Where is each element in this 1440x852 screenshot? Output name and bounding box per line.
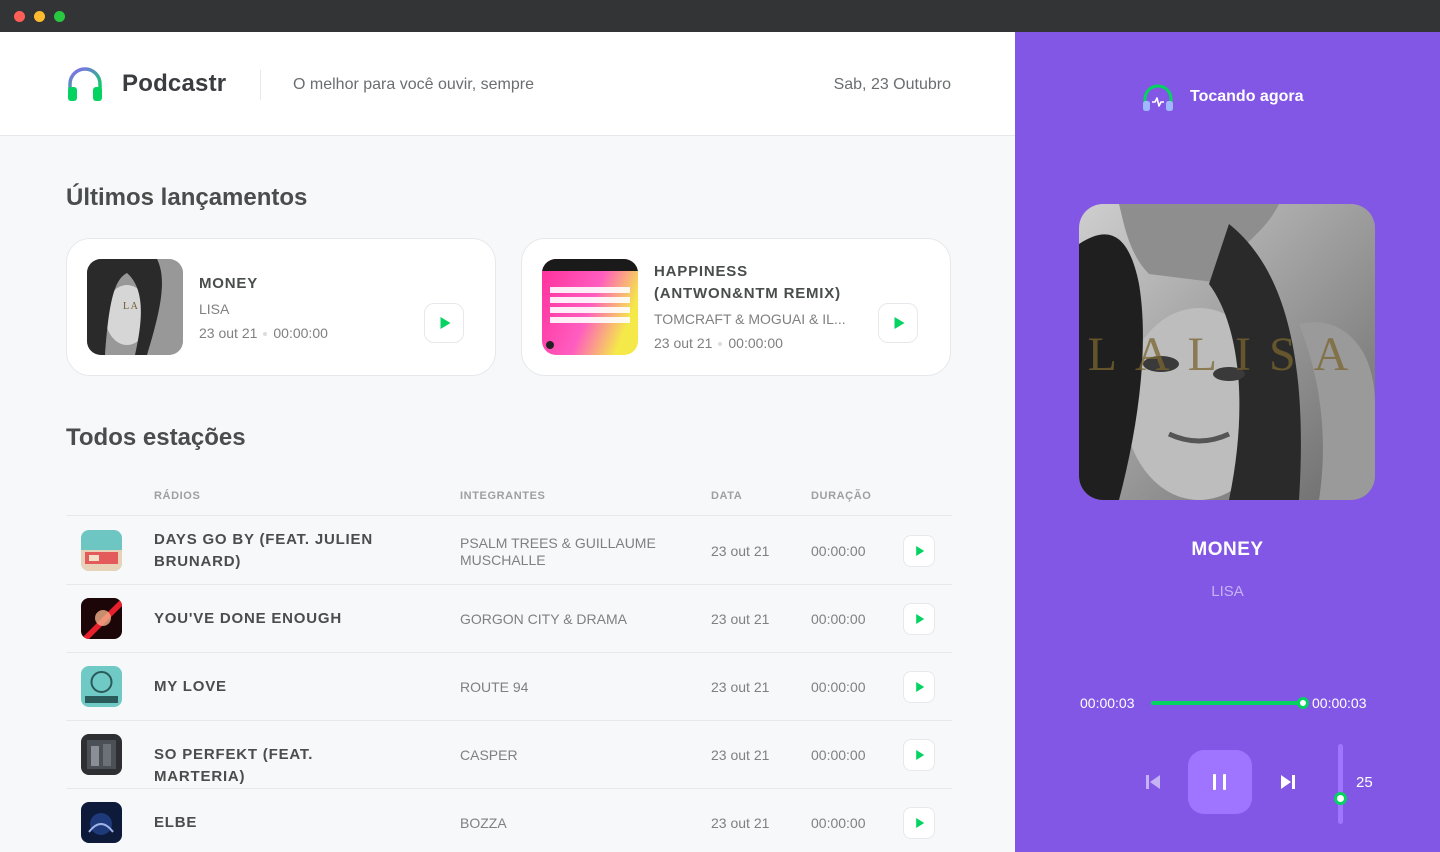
- track-artist: CASPER: [460, 747, 518, 763]
- play-button[interactable]: [903, 603, 935, 635]
- skip-previous-icon[interactable]: [1144, 773, 1162, 791]
- table-row[interactable]: MY LOVE ROUTE 94 23 out 21 00:00:00: [66, 653, 952, 721]
- header-divider: [260, 70, 261, 100]
- column-duration: DURAÇÃO: [811, 490, 872, 502]
- track-title[interactable]: MY LOVE: [154, 676, 404, 698]
- play-icon: [916, 818, 925, 828]
- table-row[interactable]: DAYS GO BY (FEAT. JULIEN BRUNARD) PSALM …: [66, 517, 952, 585]
- play-button[interactable]: [424, 303, 464, 343]
- track-artist: PSALM TREES & GUILLAUME MUSCHALLE: [460, 535, 656, 568]
- all-stations-heading: Todos estações: [66, 424, 246, 451]
- track-artist: BOZZA: [460, 815, 507, 831]
- episode-date: 23 out 21: [654, 335, 713, 351]
- play-icon: [916, 682, 925, 692]
- now-playing-artist: LISA: [1211, 583, 1244, 600]
- current-date: Sab, 23 Outubro: [833, 76, 951, 93]
- now-playing-title: MONEY: [1191, 539, 1264, 560]
- episode-duration: 00:00:00: [273, 325, 328, 341]
- brand-name: Podcastr: [122, 70, 227, 97]
- separator-dot: [718, 342, 723, 347]
- track-duration: 00:00:00: [811, 543, 866, 559]
- table-row[interactable]: SO PERFEKT (FEAT. MARTERIA) CASPER 23 ou…: [66, 721, 952, 789]
- maximize-window-button[interactable]: [54, 11, 65, 22]
- episode-card[interactable]: L A MONEY LISA 23 out 21 00:00:00: [66, 238, 496, 376]
- play-button[interactable]: [903, 671, 935, 703]
- track-date: 23 out 21: [711, 747, 770, 763]
- track-duration: 00:00:00: [811, 815, 866, 831]
- play-button[interactable]: [903, 807, 935, 839]
- pause-button[interactable]: [1188, 750, 1252, 814]
- track-thumbnail: [81, 530, 122, 571]
- latest-releases-heading: Últimos lançamentos: [66, 184, 308, 211]
- episode-card[interactable]: HAPPINESS (ANTWON&NTM REMIX) TOMCRAFT & …: [521, 238, 951, 376]
- tagline: O melhor para você ouvir, sempre: [293, 76, 534, 93]
- table-header: RÁDIOS INTEGRANTES DATA DURAÇÃO: [66, 482, 952, 516]
- episode-meta: 23 out 21 00:00:00: [199, 325, 415, 341]
- track-title[interactable]: DAYS GO BY (FEAT. JULIEN BRUNARD): [154, 529, 404, 573]
- play-icon: [440, 317, 451, 329]
- play-button[interactable]: [903, 739, 935, 771]
- episode-duration: 00:00:00: [728, 335, 783, 351]
- column-radios: RÁDIOS: [154, 490, 201, 502]
- column-date: DATA: [711, 490, 743, 502]
- table-row[interactable]: ELBE BOZZA 23 out 21 00:00:00: [66, 789, 952, 852]
- track-title[interactable]: ELBE: [154, 812, 404, 834]
- close-window-button[interactable]: [14, 11, 25, 22]
- episode-meta: 23 out 21 00:00:00: [654, 335, 870, 351]
- track-title[interactable]: SO PERFEKT (FEAT. MARTERIA): [154, 744, 404, 788]
- track-artist: ROUTE 94: [460, 679, 529, 695]
- main-content: Podcastr O melhor para você ouvir, sempr…: [0, 32, 1015, 852]
- play-button[interactable]: [903, 535, 935, 567]
- minimize-window-button[interactable]: [34, 11, 45, 22]
- current-time: 00:00:03: [1080, 695, 1135, 711]
- volume-handle[interactable]: [1334, 792, 1347, 806]
- episode-artist: TOMCRAFT & MOGUAI & IL...: [654, 311, 846, 327]
- pause-icon: [1223, 774, 1226, 790]
- now-playing-cover: LALISA: [1079, 204, 1375, 500]
- cover-lettering: LALISA: [1088, 328, 1367, 381]
- headphones-icon: [1143, 84, 1173, 111]
- episode-date: 23 out 21: [199, 325, 258, 341]
- pause-icon: [1213, 774, 1216, 790]
- column-members: INTEGRANTES: [460, 490, 546, 502]
- volume-value: 25: [1356, 774, 1373, 791]
- app-header: Podcastr O melhor para você ouvir, sempr…: [0, 32, 1015, 136]
- play-icon: [916, 546, 925, 556]
- track-thumbnail: [81, 598, 122, 639]
- track-thumbnail: [81, 666, 122, 707]
- play-button[interactable]: [878, 303, 918, 343]
- track-title[interactable]: YOU'VE DONE ENOUGH: [154, 608, 404, 630]
- play-icon: [916, 750, 925, 760]
- track-date: 23 out 21: [711, 611, 770, 627]
- play-icon: [894, 317, 905, 329]
- track-date: 23 out 21: [711, 679, 770, 695]
- track-duration: 00:00:00: [811, 611, 866, 627]
- track-thumbnail: [81, 802, 122, 843]
- episode-artist: LISA: [199, 301, 230, 317]
- svg-text:L A: L A: [123, 301, 139, 312]
- headphones-icon: [68, 67, 102, 101]
- now-playing-label: Tocando agora: [1190, 88, 1304, 105]
- progress-handle[interactable]: [1297, 697, 1309, 709]
- skip-next-icon[interactable]: [1279, 773, 1297, 791]
- track-artist: GORGON CITY & DRAMA: [460, 611, 627, 627]
- progress-slider[interactable]: [1151, 697, 1309, 709]
- episode-cover-image: [542, 259, 638, 355]
- progress-fill: [1151, 701, 1303, 705]
- total-time: 00:00:03: [1312, 695, 1367, 711]
- track-duration: 00:00:00: [811, 747, 866, 763]
- window-titlebar: [0, 0, 1440, 32]
- play-icon: [916, 614, 925, 624]
- volume-slider[interactable]: [1338, 744, 1343, 824]
- track-date: 23 out 21: [711, 543, 770, 559]
- episode-title[interactable]: MONEY: [199, 273, 415, 295]
- track-date: 23 out 21: [711, 815, 770, 831]
- track-duration: 00:00:00: [811, 679, 866, 695]
- episode-title[interactable]: HAPPINESS (ANTWON&NTM REMIX): [654, 261, 870, 305]
- track-thumbnail: [81, 734, 122, 775]
- episode-cover-image: L A: [87, 259, 183, 355]
- player-panel: Tocando agora LALISA MONEY LISA 00:00:03: [1015, 32, 1440, 852]
- table-row[interactable]: YOU'VE DONE ENOUGH GORGON CITY & DRAMA 2…: [66, 585, 952, 653]
- separator-dot: [263, 332, 268, 337]
